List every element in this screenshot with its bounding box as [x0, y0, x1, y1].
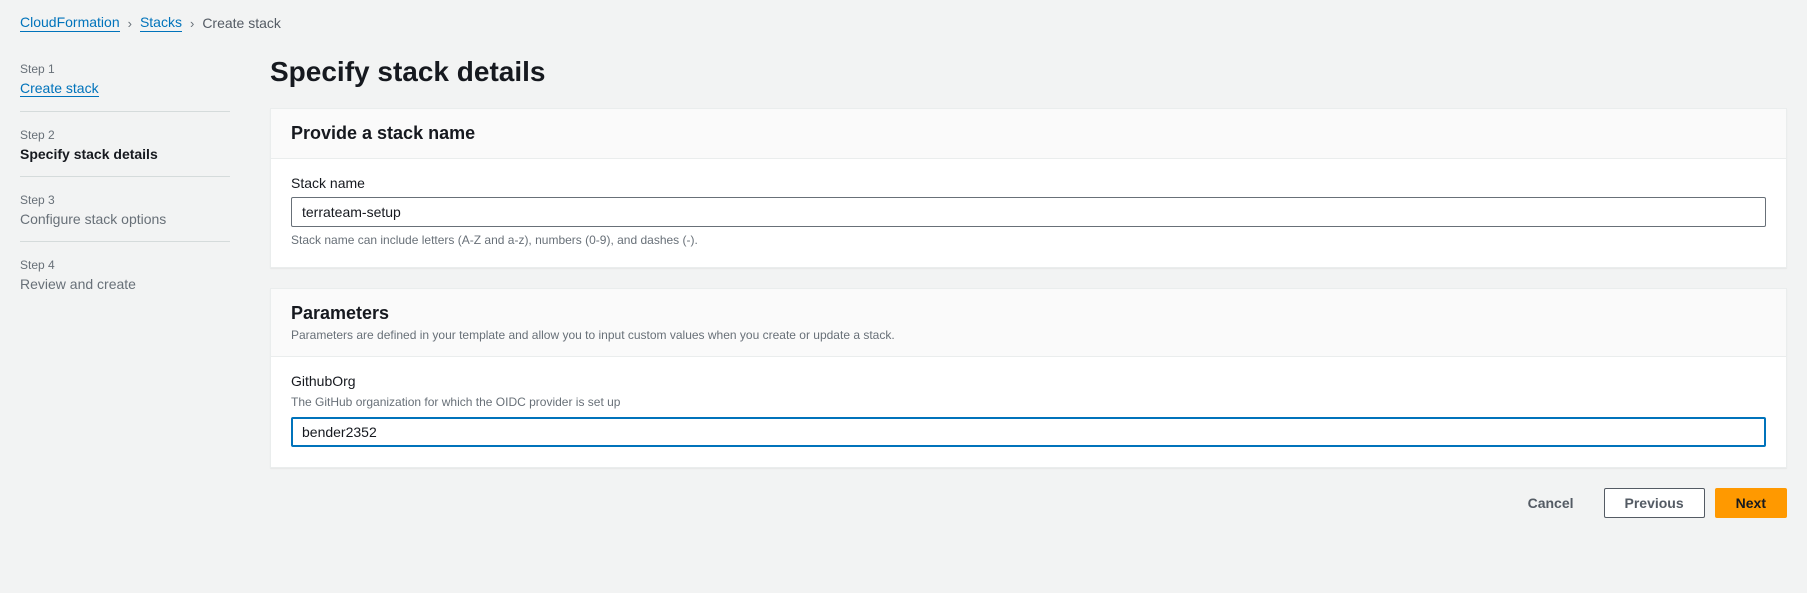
- step-label: Step 3: [20, 193, 230, 207]
- next-button[interactable]: Next: [1715, 488, 1787, 518]
- step-1[interactable]: Step 1 Create stack: [20, 56, 230, 112]
- step-4: Step 4 Review and create: [20, 252, 230, 306]
- panel-header: Provide a stack name: [271, 109, 1786, 159]
- step-label: Step 4: [20, 258, 230, 272]
- chevron-right-icon: ›: [128, 16, 132, 31]
- main-content: Specify stack details Provide a stack na…: [270, 56, 1787, 518]
- breadcrumb-stacks[interactable]: Stacks: [140, 14, 182, 32]
- previous-button[interactable]: Previous: [1604, 488, 1705, 518]
- step-title: Configure stack options: [20, 211, 230, 227]
- step-title[interactable]: Create stack: [20, 80, 99, 97]
- wizard-sidebar: Step 1 Create stack Step 2 Specify stack…: [20, 56, 230, 518]
- step-title: Review and create: [20, 276, 230, 292]
- stack-name-panel: Provide a stack name Stack name Stack na…: [270, 108, 1787, 268]
- page-title: Specify stack details: [270, 56, 1787, 88]
- stack-name-input[interactable]: [291, 197, 1766, 227]
- parameters-panel: Parameters Parameters are defined in you…: [270, 288, 1787, 468]
- panel-subtitle: Parameters are defined in your template …: [291, 328, 1766, 342]
- breadcrumb-cloudformation[interactable]: CloudFormation: [20, 14, 120, 32]
- cancel-button[interactable]: Cancel: [1508, 489, 1594, 517]
- footer-buttons: Cancel Previous Next: [270, 488, 1787, 518]
- panel-title: Parameters: [291, 303, 1766, 324]
- breadcrumb-current: Create stack: [202, 15, 281, 31]
- panel-title: Provide a stack name: [291, 123, 1766, 144]
- githuborg-input[interactable]: [291, 417, 1766, 447]
- step-title: Specify stack details: [20, 146, 230, 162]
- stack-name-hint: Stack name can include letters (A-Z and …: [291, 233, 1766, 247]
- step-2: Step 2 Specify stack details: [20, 122, 230, 177]
- panel-header: Parameters Parameters are defined in you…: [271, 289, 1786, 357]
- breadcrumb: CloudFormation › Stacks › Create stack: [20, 14, 1787, 32]
- step-label: Step 2: [20, 128, 230, 142]
- githuborg-desc: The GitHub organization for which the OI…: [291, 395, 1766, 409]
- step-label: Step 1: [20, 62, 230, 76]
- stack-name-label: Stack name: [291, 175, 1766, 191]
- githuborg-label: GithubOrg: [291, 373, 1766, 389]
- chevron-right-icon: ›: [190, 16, 194, 31]
- step-3: Step 3 Configure stack options: [20, 187, 230, 242]
